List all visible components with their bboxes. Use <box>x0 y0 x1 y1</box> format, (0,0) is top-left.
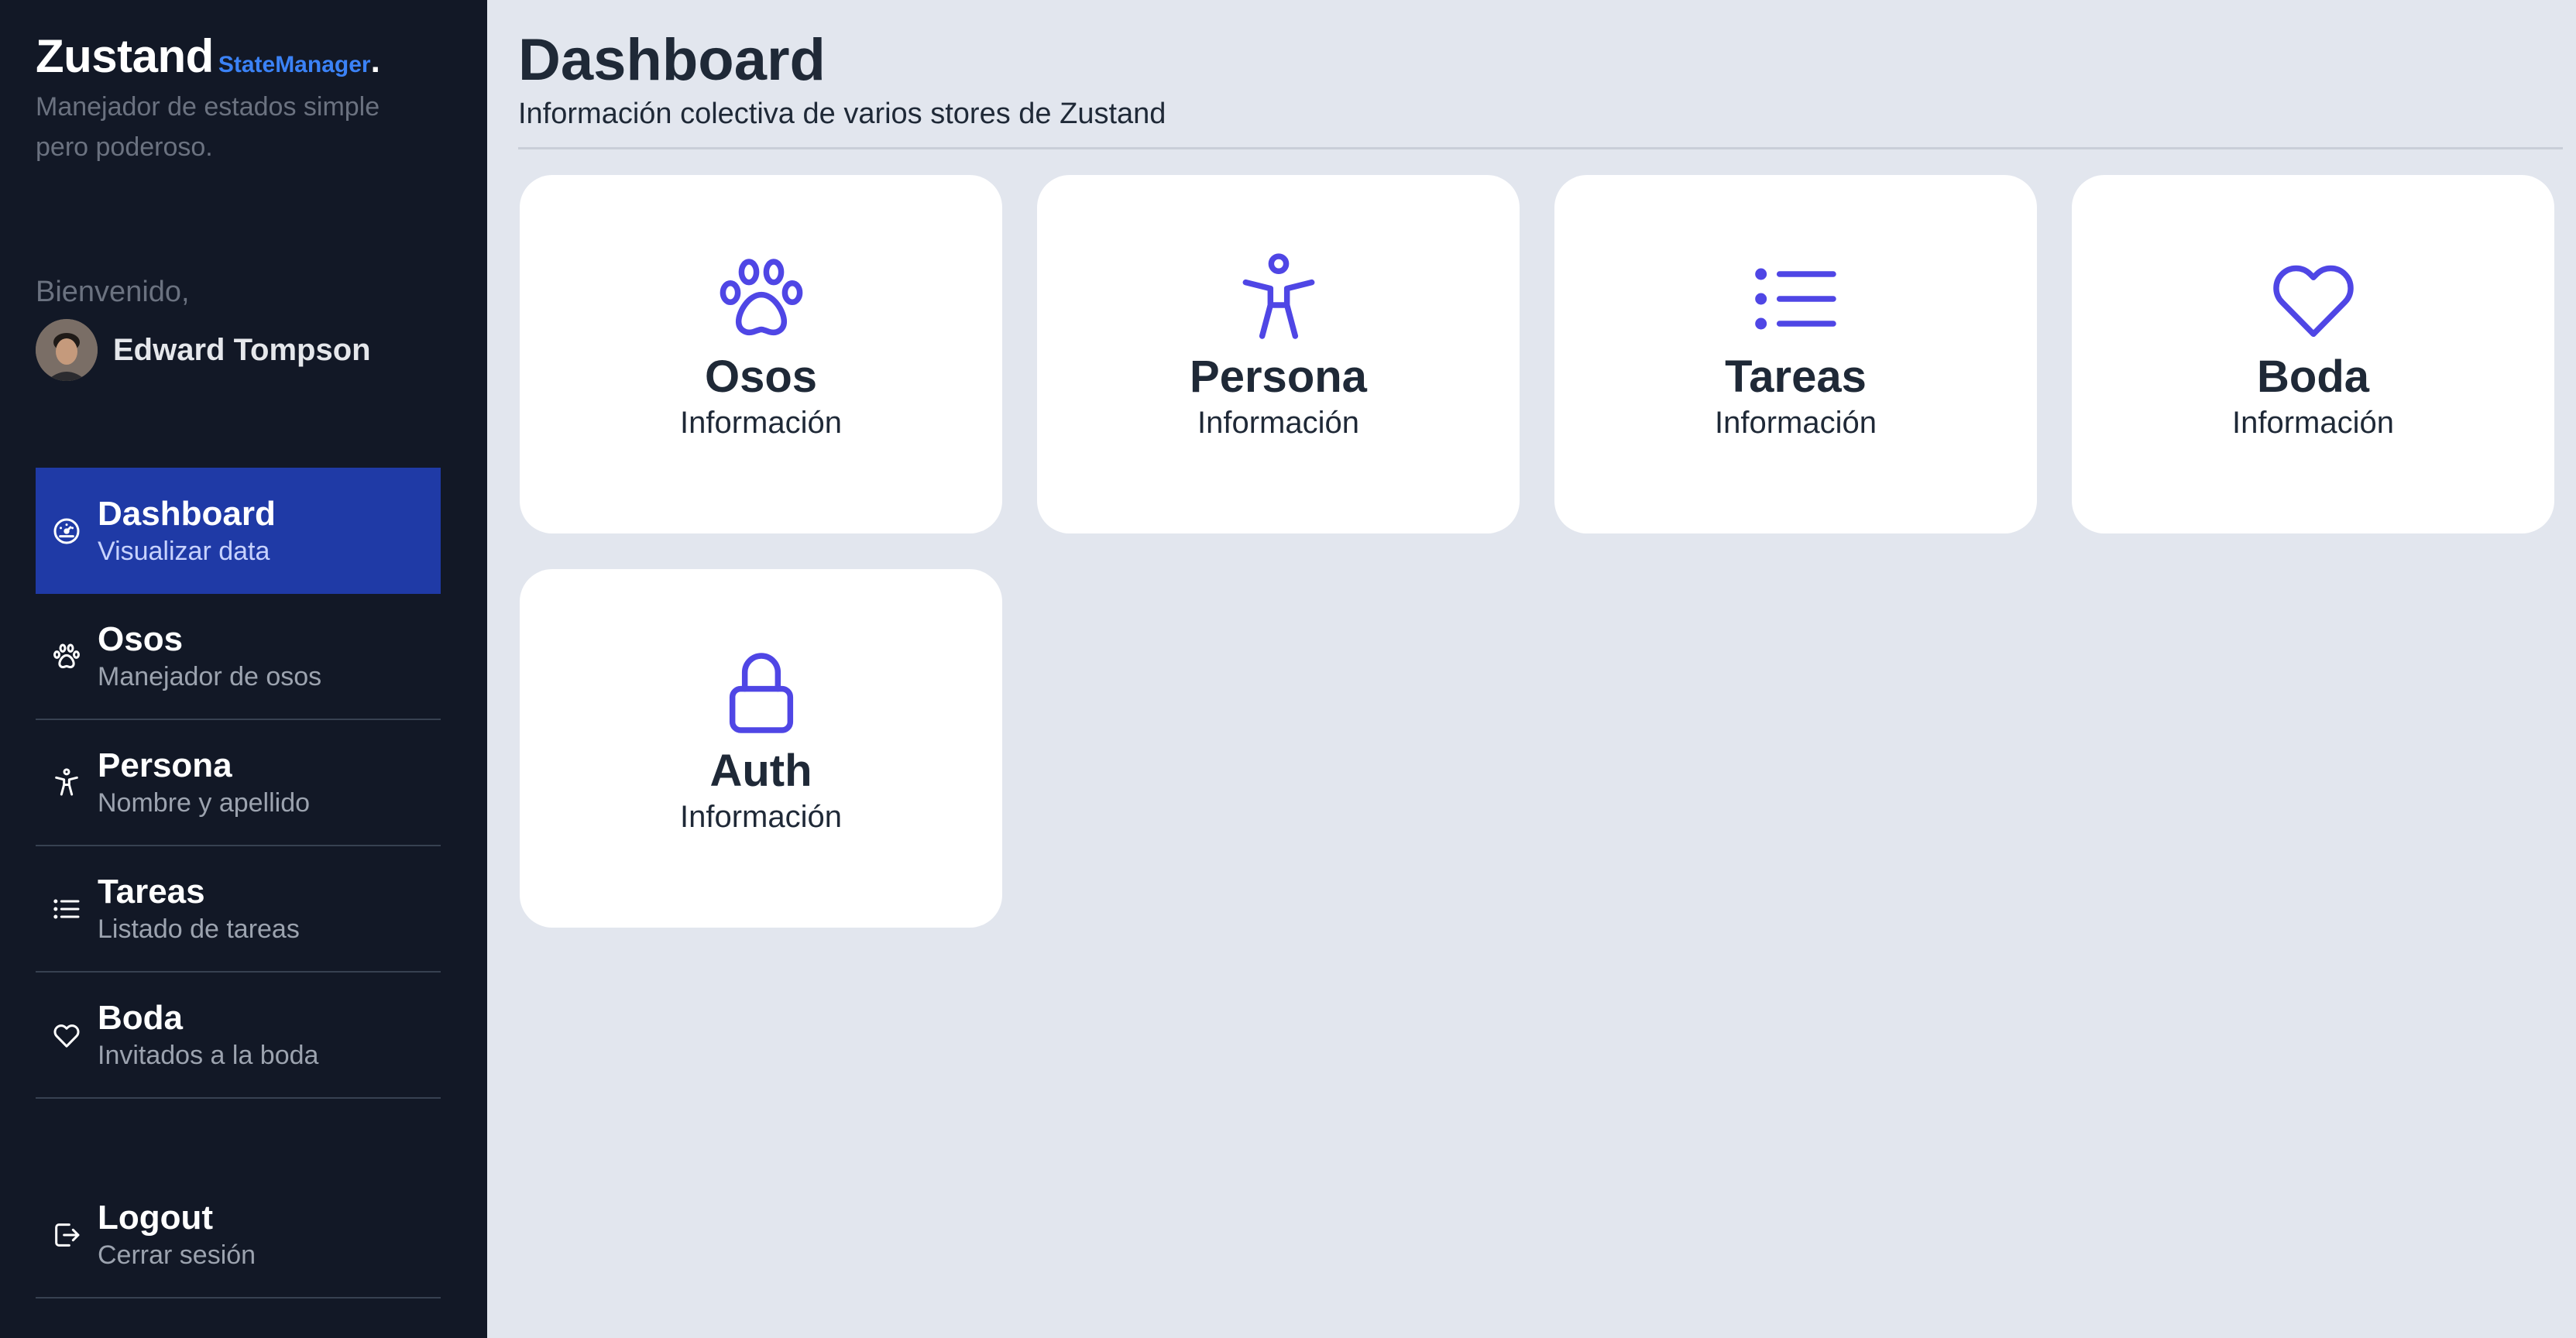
paw-icon <box>36 641 98 672</box>
list-icon <box>36 894 98 925</box>
sidebar-item-boda[interactable]: Boda Invitados a la boda <box>36 973 441 1099</box>
card-title: Tareas <box>1725 352 1867 402</box>
main-content: Dashboard Información colectiva de vario… <box>487 0 2576 1338</box>
logout-subtitle: Cerrar sesión <box>98 1240 256 1270</box>
paw-icon <box>712 249 811 348</box>
sidebar-item-tareas[interactable]: Tareas Listado de tareas <box>36 846 441 973</box>
sidebar: Zustand StateManager. Manejador de estado… <box>0 0 487 1338</box>
card-title: Boda <box>2257 352 2369 402</box>
welcome-text: Bienvenido, <box>36 276 190 308</box>
sidebar-item-subtitle: Manejador de osos <box>98 661 322 691</box>
card-info: Información <box>680 406 842 440</box>
sidebar-item-title: Tareas <box>98 872 205 911</box>
card-info: Información <box>1197 406 1359 440</box>
card-info: Información <box>1715 406 1877 440</box>
sidebar-item-subtitle: Listado de tareas <box>98 914 300 944</box>
sidebar-item-title: Dashboard <box>98 494 276 533</box>
user-name: Edward Tompson <box>113 332 371 367</box>
logout-icon <box>36 1220 98 1251</box>
sidebar-item-title: Boda <box>98 998 183 1037</box>
sidebar-nav: Dashboard Visualizar data Osos Manejador… <box>36 468 441 1099</box>
card-persona[interactable]: Persona Información <box>1037 175 1520 533</box>
sidebar-item-persona[interactable]: Persona Nombre y apellido <box>36 720 441 846</box>
sidebar-item-title: Persona <box>98 746 232 784</box>
list-icon <box>1747 249 1846 348</box>
divider <box>518 147 2563 149</box>
page-subtitle: Información colectiva de varios stores d… <box>518 98 1166 130</box>
sidebar-item-subtitle: Visualizar data <box>98 536 270 566</box>
card-tareas[interactable]: Tareas Información <box>1554 175 2037 533</box>
avatar <box>36 319 98 381</box>
brand-dot: . <box>370 42 380 80</box>
card-osos[interactable]: Osos Información <box>520 175 1002 533</box>
card-info: Información <box>2232 406 2394 440</box>
brand-subtitle: StateManager <box>218 52 371 77</box>
sidebar-item-subtitle: Invitados a la boda <box>98 1040 319 1070</box>
lock-icon <box>712 643 811 743</box>
page-title: Dashboard <box>518 27 826 93</box>
person-icon <box>1229 249 1328 348</box>
brand-name: Zustand <box>36 30 214 82</box>
logout-title: Logout <box>98 1198 214 1237</box>
user-profile: Edward Tompson <box>36 319 371 381</box>
heart-icon <box>36 1020 98 1051</box>
sidebar-item-subtitle: Nombre y apellido <box>98 787 311 818</box>
sidebar-item-title: Osos <box>98 619 184 658</box>
brand-logo: Zustand StateManager. <box>36 29 380 83</box>
card-title: Persona <box>1190 352 1367 402</box>
card-auth[interactable]: Auth Información <box>520 569 1002 928</box>
card-title: Osos <box>704 352 818 402</box>
dashboard-gauge-icon <box>36 516 98 547</box>
card-info: Información <box>680 800 842 834</box>
sidebar-item-dashboard[interactable]: Dashboard Visualizar data <box>36 468 441 594</box>
logout-button[interactable]: Logout Cerrar sesión <box>36 1172 441 1299</box>
brand-tagline: Manejador de estados simple pero poderos… <box>36 92 380 162</box>
heart-icon <box>2264 249 2363 348</box>
person-icon <box>36 767 98 798</box>
card-title: Auth <box>709 746 812 796</box>
sidebar-item-osos[interactable]: Osos Manejador de osos <box>36 594 441 720</box>
card-boda[interactable]: Boda Información <box>2072 175 2554 533</box>
